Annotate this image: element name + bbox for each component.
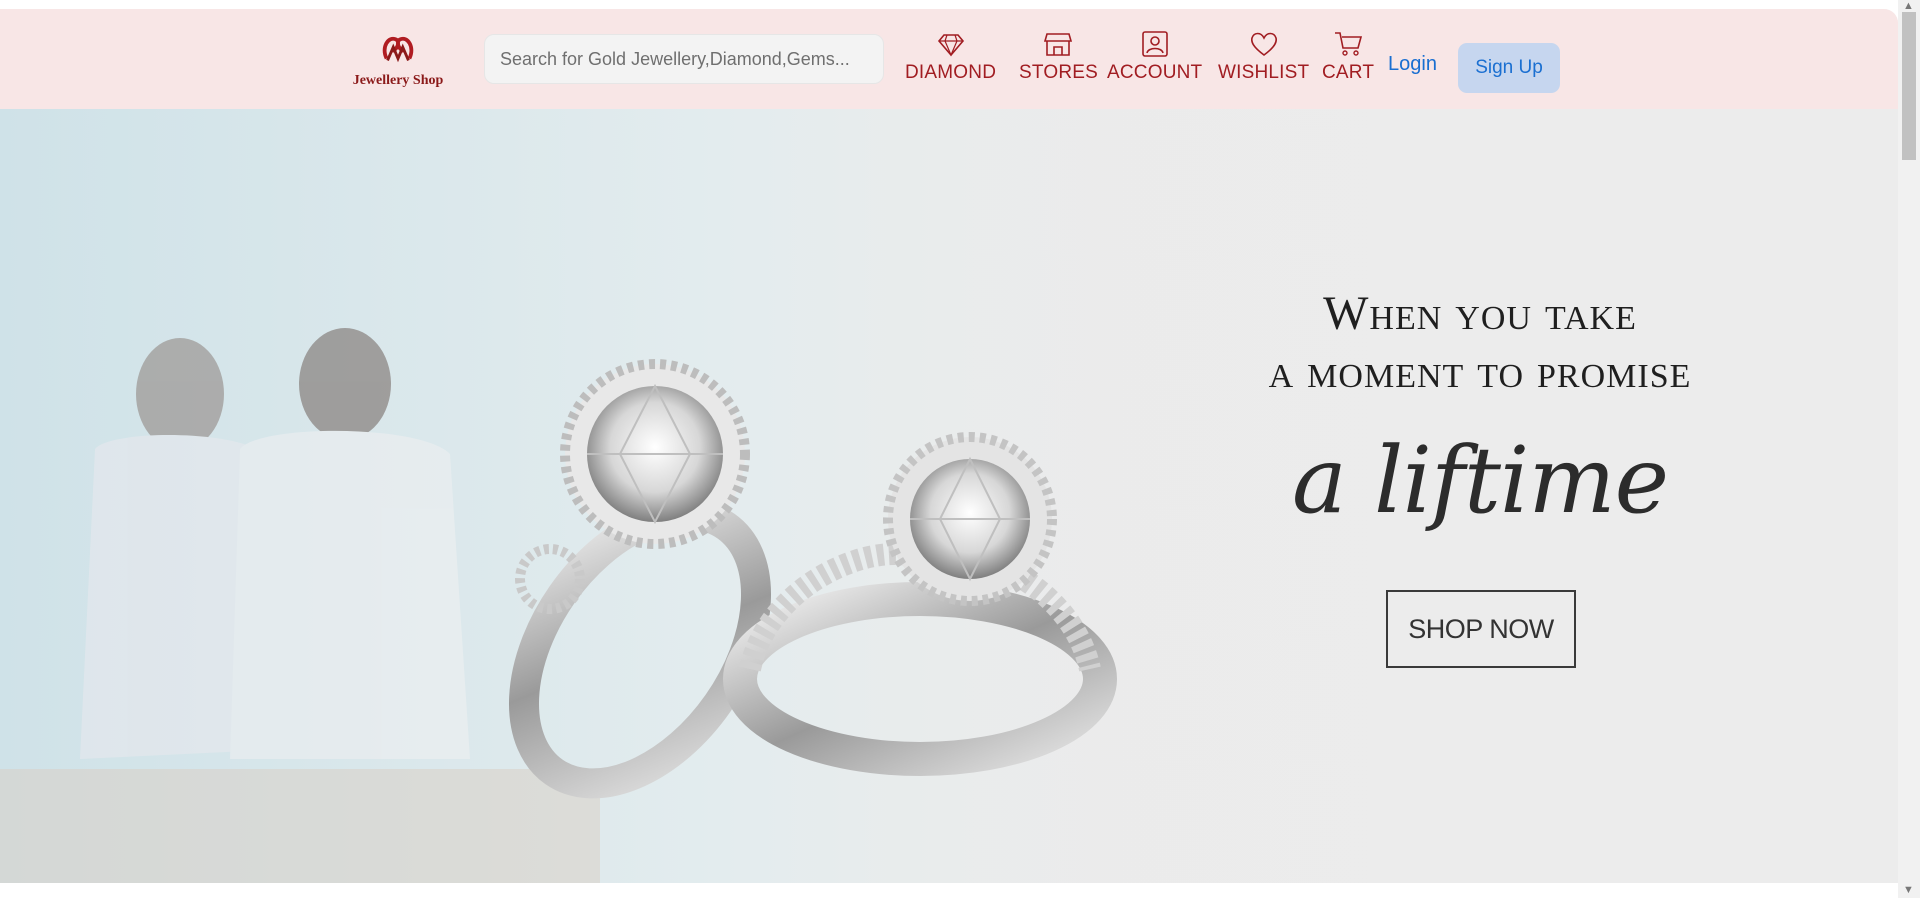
- hero-headline-line-2: a moment to promise: [1268, 345, 1692, 398]
- hero-banner: When you take a moment to promise a lift…: [0, 109, 1898, 883]
- cart-icon: [1335, 32, 1363, 56]
- diamond-icon: [937, 34, 964, 57]
- shop-now-button[interactable]: SHOP NOW: [1386, 590, 1576, 668]
- login-link[interactable]: Login: [1388, 53, 1437, 76]
- hero-image: [0, 109, 1200, 883]
- nav-stores[interactable]: STORES: [1019, 30, 1098, 84]
- signup-button[interactable]: Sign Up: [1458, 43, 1560, 93]
- brand-name: Jewellery Shop: [352, 73, 444, 88]
- account-icon: [1141, 31, 1168, 57]
- search-input[interactable]: [484, 34, 884, 84]
- hero-headline-line-1: When you take: [1323, 287, 1637, 340]
- hero-headline: When you take a moment to promise: [1220, 285, 1740, 401]
- heart-icon: [1250, 32, 1277, 56]
- scroll-up-icon[interactable]: ▲: [1903, 0, 1914, 12]
- nav-diamond[interactable]: DIAMOND: [905, 30, 996, 84]
- nav-cart[interactable]: CART: [1322, 30, 1374, 84]
- scroll-thumb[interactable]: [1902, 12, 1916, 160]
- page-scrollbar[interactable]: ▲ ▼: [1898, 0, 1920, 898]
- brand-logo[interactable]: Jewellery Shop: [344, 29, 452, 95]
- scroll-down-icon[interactable]: ▼: [1903, 884, 1914, 896]
- logo-icon: [382, 36, 414, 63]
- nav-account[interactable]: ACCOUNT: [1107, 30, 1202, 84]
- top-navbar: Jewellery Shop DIAMOND STORES ACCOUNT: [0, 9, 1898, 109]
- page-frame: Jewellery Shop DIAMOND STORES ACCOUNT: [0, 9, 1898, 883]
- nav-wishlist[interactable]: WISHLIST: [1218, 30, 1309, 84]
- store-icon: [1044, 33, 1073, 56]
- hero-script-text: a liftime: [1291, 427, 1669, 534]
